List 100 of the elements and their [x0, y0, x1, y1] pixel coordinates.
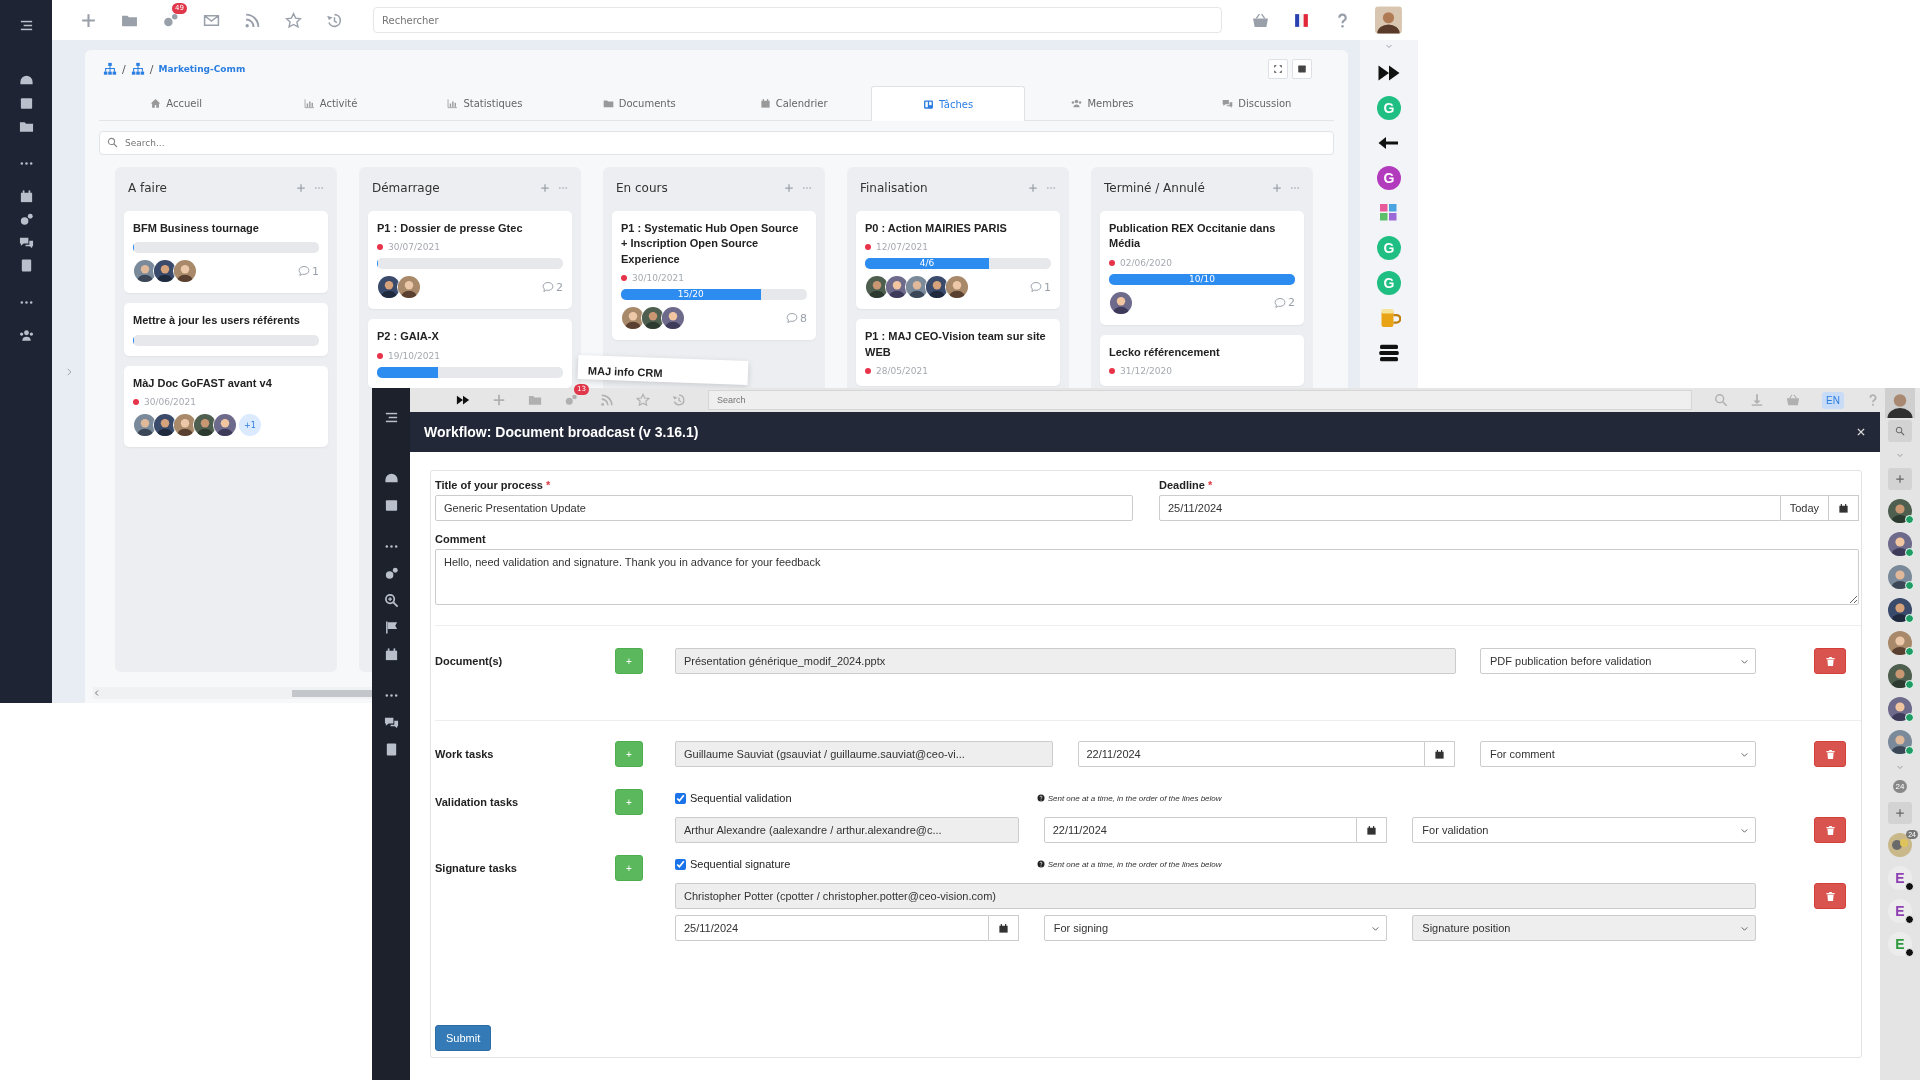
card-title: MàJ Doc GoFAST avant v4	[133, 375, 273, 391]
user-avatar[interactable]	[1375, 6, 1402, 34]
tab[interactable]: Calendrier	[716, 86, 871, 120]
task-card[interactable]: P1 : Dossier de presse Gtec 30/07/2021 2	[368, 211, 572, 310]
select-field[interactable]: PDF publication before validation	[1480, 648, 1756, 674]
column-title: Terminé / Annulé	[1104, 181, 1206, 195]
task-card[interactable]: MàJ Doc GoFAST avant v4 30/06/2021 +1	[124, 365, 328, 448]
history-icon[interactable]	[326, 11, 343, 29]
file-field[interactable]: Présentation générique_modif_2024.pptx	[675, 648, 1456, 674]
status-dot	[1109, 259, 1115, 266]
avatar[interactable]	[1888, 598, 1912, 622]
avatar	[173, 413, 197, 438]
chat-icon[interactable]	[383, 715, 399, 730]
tab[interactable]: Statistiques	[407, 86, 563, 120]
calendar-button[interactable]	[1357, 817, 1388, 843]
card-date: 12/07/2021	[876, 242, 928, 253]
users-icon[interactable]	[18, 328, 34, 343]
avatar[interactable]	[1888, 697, 1912, 721]
person-field[interactable]: Christopher Potter (cpotter / christopher.potter@ceo-vision.com)	[675, 883, 1756, 909]
avatar[interactable]	[1888, 664, 1912, 688]
app-icon[interactable]: G	[1377, 166, 1401, 190]
delete-button[interactable]	[1814, 648, 1846, 674]
submit-button[interactable]: Submit	[435, 1025, 492, 1051]
task-card[interactable]: BFM Business tournage 1	[124, 211, 328, 294]
date-field[interactable]: 22/11/2024	[1043, 817, 1358, 843]
select-field[interactable]: For validation	[1412, 817, 1756, 843]
star-icon[interactable]	[636, 393, 650, 407]
calendar-icon	[759, 98, 771, 109]
person-field[interactable]: Arthur Alexandre (aalexandre / arthur.alexandre@c...	[675, 817, 1019, 843]
avatar[interactable]	[1888, 532, 1912, 556]
delete-button[interactable]	[1814, 817, 1846, 843]
plus-icon[interactable]	[80, 11, 97, 29]
sitemap-icon[interactable]	[130, 62, 145, 76]
today-button[interactable]: Today	[1780, 495, 1829, 521]
date-field[interactable]: 25/11/2024	[1159, 495, 1781, 521]
search-field[interactable]: Search	[708, 390, 1693, 410]
tab[interactable]: Documents	[562, 86, 717, 120]
status-dot	[865, 244, 871, 251]
calendar-icon[interactable]	[18, 189, 34, 204]
select-field[interactable]: For signing	[1043, 915, 1388, 941]
menu-button[interactable]	[1292, 59, 1312, 79]
avatar[interactable]	[1888, 499, 1912, 523]
select-field[interactable]: For comment	[1480, 741, 1756, 767]
hint-text: Sent one at a time, in the order of the lines below	[1047, 859, 1222, 869]
avatar[interactable]	[1888, 730, 1912, 754]
breadcrumb-link[interactable]: Marketing-Comm	[158, 64, 246, 74]
flag-icon[interactable]	[383, 620, 399, 635]
task-card[interactable]: Publication REX Occitanie dans Média 02/06/2020 10/10 2	[1100, 211, 1304, 325]
fast-forward-icon[interactable]	[456, 393, 470, 407]
task-card[interactable]: P2 : GAIA-X 19/10/2021	[368, 319, 572, 388]
avatar[interactable]	[1888, 565, 1912, 589]
gears-icon[interactable]	[18, 212, 34, 227]
close-icon[interactable]	[1856, 427, 1866, 437]
comment-field[interactable]: Hello, need validation and signature. Thank you in advance for your feedback	[435, 549, 1859, 605]
person-field[interactable]: Guillaume Sauviat (gsauviat / guillaume.sauviat@ceo-vi...	[675, 741, 1053, 767]
gears-icon[interactable]	[162, 11, 179, 29]
task-card[interactable]: P1 : MAJ CEO-Vision team sur site WEB 28/05/2021	[856, 319, 1060, 387]
group-icon[interactable]: E	[1888, 899, 1912, 923]
input-field[interactable]: Generic Presentation Update	[435, 495, 1133, 521]
status-dot	[1109, 368, 1115, 375]
tab[interactable]: Activité	[253, 86, 408, 120]
sitemap-icon[interactable]	[103, 62, 117, 76]
task-card[interactable]: P0 : Action MAIRIES PARIS 12/07/2021 4/6 1	[856, 211, 1060, 310]
french-flag-icon[interactable]	[1293, 11, 1311, 29]
calendar-button[interactable]	[1425, 741, 1455, 767]
search-field[interactable]: Search...	[99, 131, 1334, 155]
tab[interactable]: Accueil	[99, 86, 254, 120]
date-field[interactable]: 22/11/2024	[1077, 741, 1425, 767]
hint-text: Sent one at a time, in the order of the lines below	[1047, 793, 1222, 803]
rss-icon[interactable]	[244, 11, 261, 29]
calendar-button[interactable]	[988, 915, 1019, 941]
tab[interactable]: Membres	[1025, 86, 1180, 120]
user-avatar[interactable]	[1885, 388, 1915, 418]
card-title: P1 : MAJ CEO-Vision team sur site WEB	[865, 329, 1047, 360]
avatar	[885, 275, 909, 300]
delete-button[interactable]	[1814, 883, 1846, 909]
group-icon[interactable]: E	[1888, 866, 1912, 890]
checkbox-label: Sequential validation	[690, 792, 792, 804]
basket-icon[interactable]	[1252, 11, 1270, 29]
search-button[interactable]	[1888, 420, 1912, 442]
checkbox[interactable]	[675, 858, 686, 870]
avatar	[153, 413, 177, 438]
avatar[interactable]	[1888, 631, 1912, 655]
task-card[interactable]: Mettre à jour les users référents	[124, 303, 328, 356]
calendar-icon[interactable]	[383, 647, 399, 662]
checkbox[interactable]	[675, 792, 686, 804]
zoom-in-icon[interactable]	[383, 593, 399, 608]
star-icon[interactable]	[285, 11, 302, 29]
date-field[interactable]: 25/11/2024	[675, 915, 989, 941]
chat-icon[interactable]	[18, 235, 34, 250]
card-title: P0 : Action MAIRIES PARIS	[865, 221, 1008, 236]
task-card[interactable]: P1 : Systematic Hub Open Source + Inscription Open Source Experience 30/10/2021 15/20 8	[612, 211, 816, 341]
tab[interactable]: Discussion	[1179, 86, 1334, 120]
task-card[interactable]: Lecko référencement 31/12/2020	[1100, 334, 1304, 387]
delete-button[interactable]	[1814, 741, 1846, 767]
tab[interactable]: Tâches	[870, 86, 1026, 121]
folder-icon[interactable]	[18, 119, 34, 134]
avatar	[173, 259, 197, 284]
calendar-button[interactable]	[1829, 495, 1859, 521]
search-field[interactable]: Rechercher	[373, 7, 1223, 33]
